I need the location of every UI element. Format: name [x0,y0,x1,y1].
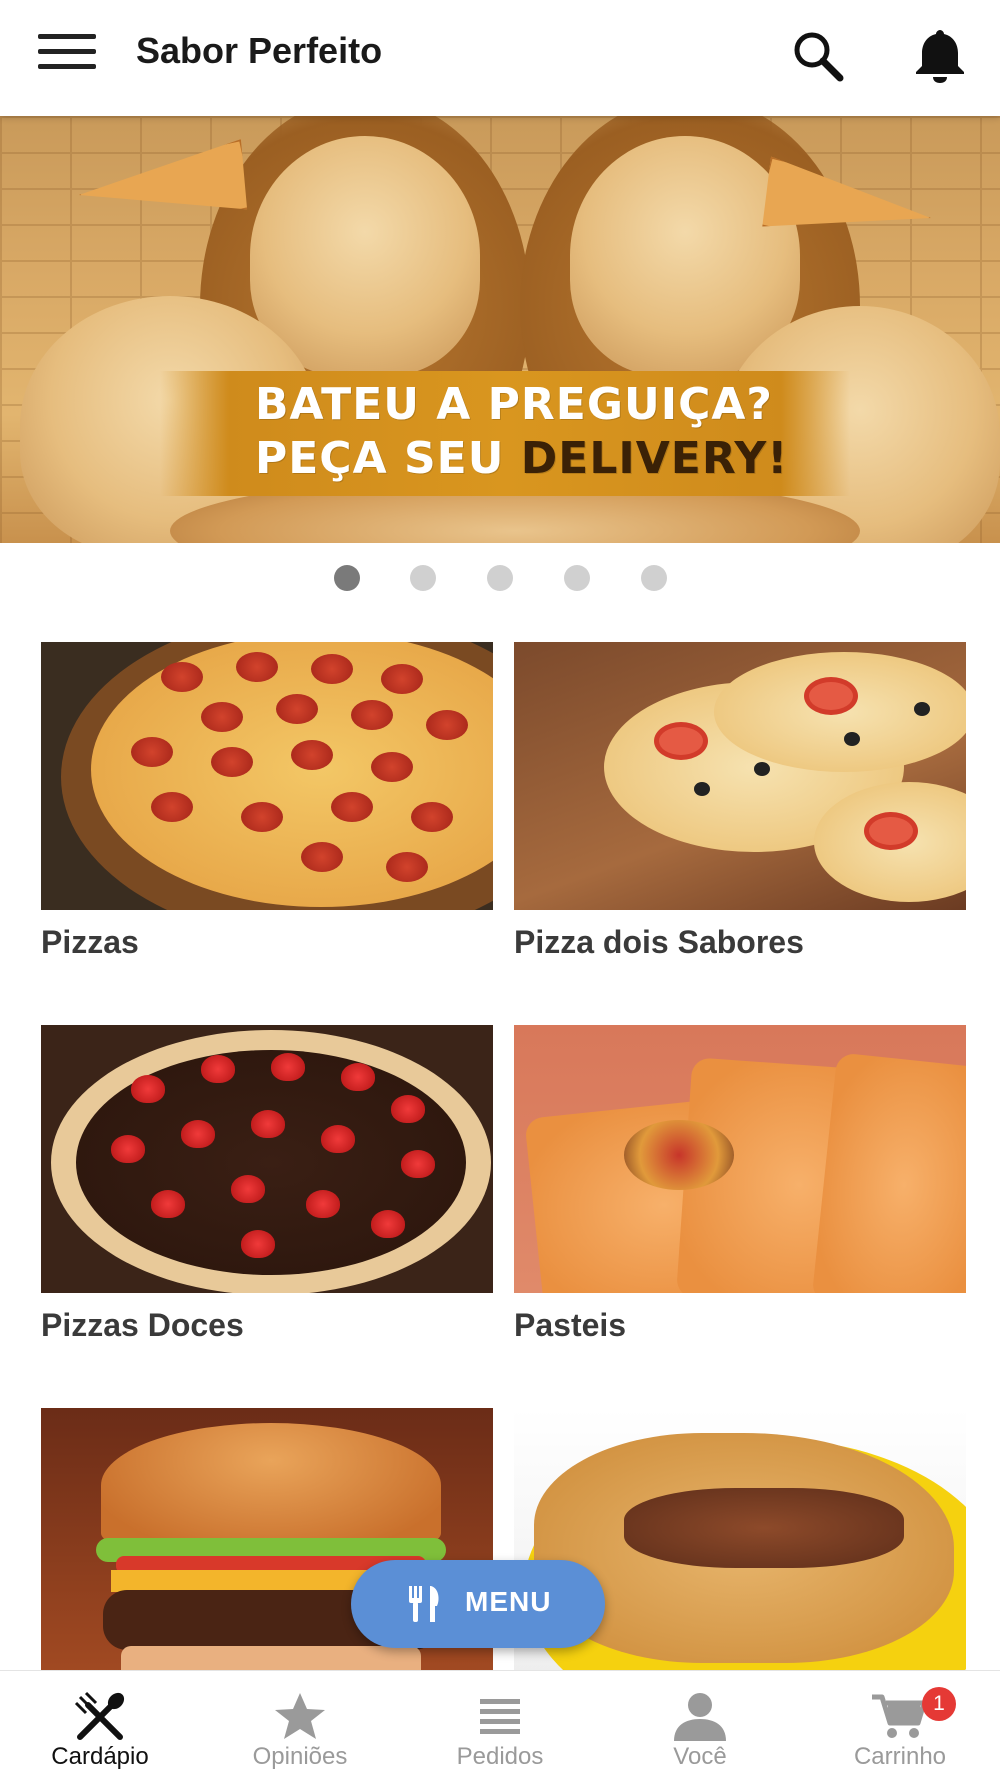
nav-label: Carrinho [853,1743,947,1770]
nav-item-opinioes[interactable]: Opiniões [200,1671,400,1778]
carousel-dot-5[interactable] [641,565,667,591]
search-icon[interactable] [790,28,846,84]
category-card-pizza-dois-sabores[interactable]: Pizza dois Sabores [514,642,966,961]
nav-item-cardapio[interactable]: Cardápio [0,1671,200,1778]
category-label: Pizza dois Sabores [514,924,804,960]
bell-icon[interactable] [912,26,968,84]
carousel-dot-2[interactable] [410,565,436,591]
nav-item-pedidos[interactable]: Pedidos [400,1671,600,1778]
category-card-pizzas-doces[interactable]: Pizzas Doces [41,1025,493,1344]
nav-item-voce[interactable]: Você [600,1671,800,1778]
menu-fab-button[interactable]: MENU [351,1560,605,1648]
banner-line-2-highlight: DELIVERY! [520,433,789,484]
nav-label: Pedidos [456,1743,544,1770]
category-label: Pizzas [41,924,139,960]
cart-count-badge: 1 [922,1687,956,1721]
utensils-icon [74,1691,125,1740]
carousel-dot-4[interactable] [564,565,590,591]
nav-label: Você [673,1743,727,1770]
app-bar: Sabor Perfeito [0,0,1000,116]
category-card-pasteis[interactable]: Pasteis [514,1025,966,1344]
banner-line-2: PEÇA SEU DELIVERY! [255,432,788,486]
bottom-navigation: Cardápio Opiniões Pedidos Você 1 Carrinh… [0,1670,1000,1778]
category-image-pizzas-doces [41,1025,493,1293]
category-card-pizzas[interactable]: Pizzas [41,642,493,961]
category-image-pizza-dois-sabores [514,642,966,910]
carousel-dot-3[interactable] [487,565,513,591]
promo-banner[interactable]: BATEU A PREGUIÇA? PEÇA SEU DELIVERY! [0,116,1000,543]
nav-item-carrinho[interactable]: 1 Carrinho [800,1671,1000,1778]
category-image-pizzas [41,642,493,910]
star-icon [275,1693,325,1739]
category-image-pasteis [514,1025,966,1293]
list-icon [480,1699,520,1734]
nav-label: Opiniões [252,1743,348,1770]
carousel-dot-1[interactable] [334,565,360,591]
fork-knife-icon [409,1586,439,1622]
banner-slogan: BATEU A PREGUIÇA? PEÇA SEU DELIVERY! [255,378,788,486]
banner-line-2-prefix: PEÇA SEU [255,433,521,484]
menu-fab-label: MENU [465,1586,552,1617]
category-label: Pizzas Doces [41,1307,244,1343]
hamburger-menu-icon[interactable] [38,34,96,74]
banner-line-1: BATEU A PREGUIÇA? [255,379,773,430]
category-label: Pasteis [514,1307,627,1343]
app-title: Sabor Perfeito [136,30,383,71]
person-icon [674,1693,726,1741]
nav-label: Cardápio [51,1743,149,1770]
cart-icon [872,1694,927,1738]
